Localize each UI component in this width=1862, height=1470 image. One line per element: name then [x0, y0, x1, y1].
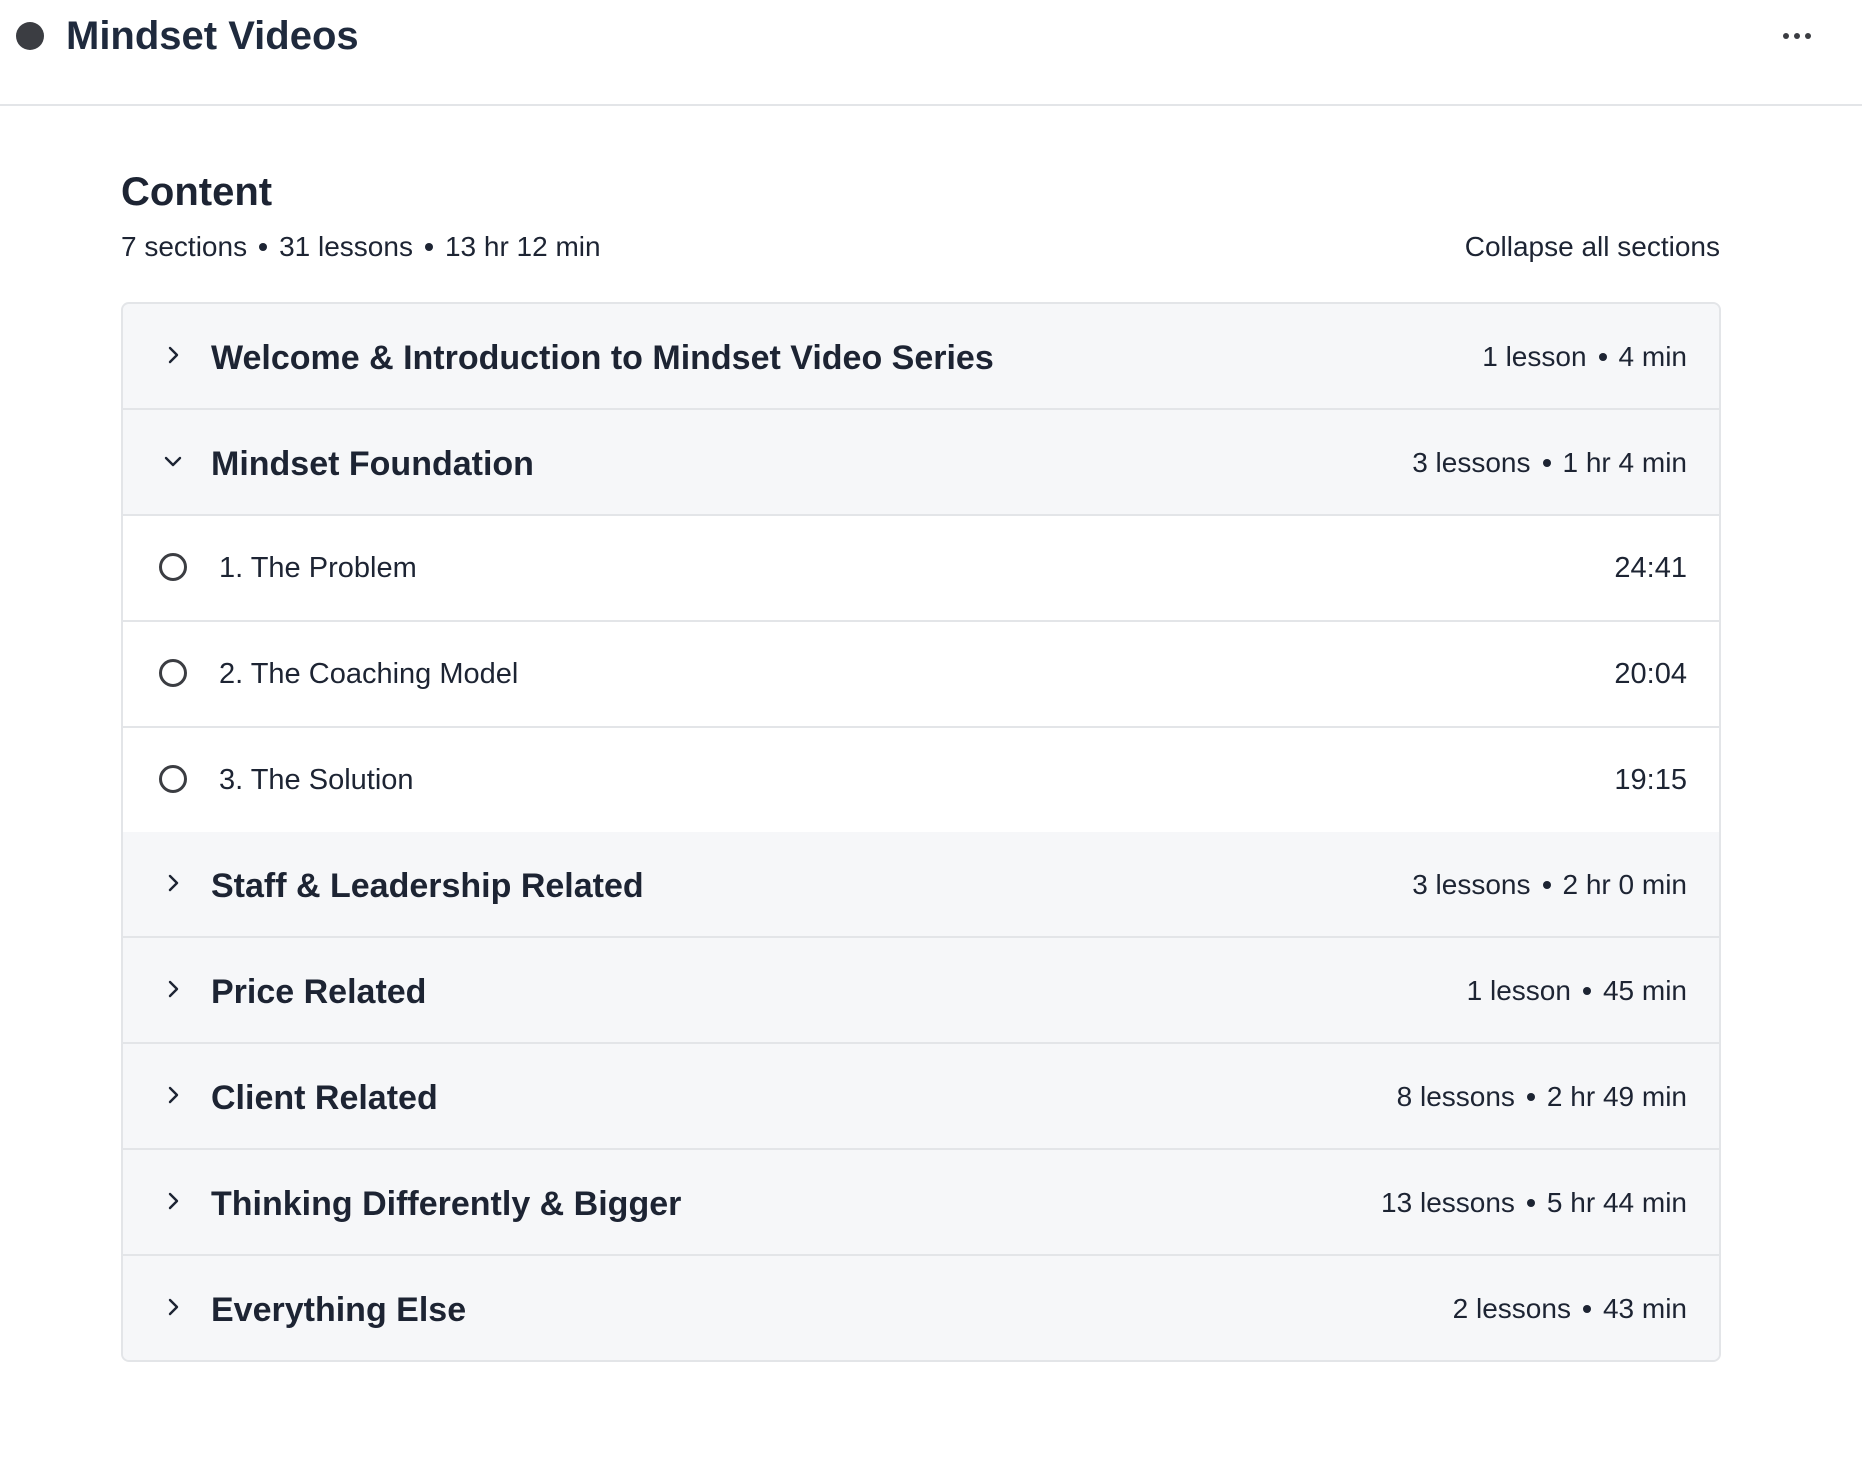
chevron-down-icon	[164, 456, 182, 467]
section-lesson-count: 3 lessons	[1412, 869, 1531, 900]
section-title: Welcome & Introduction to Mindset Video …	[211, 339, 994, 377]
section-title: Price Related	[211, 973, 427, 1011]
lesson-title: 1. The Problem	[219, 552, 417, 584]
lesson-duration: 19:15	[1614, 764, 1687, 796]
summary-sections: 7 sections	[121, 231, 248, 262]
section-duration: 4 min	[1618, 341, 1687, 372]
section-lesson-count: 1 lesson	[1466, 975, 1571, 1006]
lesson-complete-checkbox[interactable]	[159, 659, 187, 687]
chevron-right-icon	[168, 346, 179, 364]
section-meta: 1 lesson 4 min	[1482, 340, 1687, 374]
section-meta: 2 lessons 43 min	[1453, 1292, 1687, 1326]
section-header-welcome[interactable]: Welcome & Introduction to Mindset Video …	[123, 304, 1719, 410]
section-lesson-count: 3 lessons	[1412, 447, 1531, 478]
separator-dot-icon	[1598, 352, 1607, 361]
section-duration: 1 hr 4 min	[1562, 447, 1688, 478]
chevron-right-icon	[168, 874, 179, 892]
section-lesson-count: 13 lessons	[1381, 1187, 1515, 1218]
section-header-everything-else[interactable]: Everything Else 2 lessons 43 min	[123, 1256, 1719, 1360]
section-title: Mindset Foundation	[211, 445, 534, 483]
separator-dot-icon	[1526, 1198, 1535, 1207]
section-title: Client Related	[211, 1079, 438, 1117]
chevron-right-icon	[168, 1192, 179, 1210]
separator-dot-icon	[1542, 458, 1551, 467]
separator-dot-icon	[1582, 986, 1591, 995]
lesson-complete-checkbox[interactable]	[159, 553, 187, 581]
section-duration: 2 hr 49 min	[1546, 1081, 1687, 1112]
section-duration: 45 min	[1602, 975, 1687, 1006]
more-horizontal-icon-dot	[1805, 33, 1811, 39]
section-title: Everything Else	[211, 1291, 467, 1329]
section-header-thinking-differently[interactable]: Thinking Differently & Bigger 13 lessons…	[123, 1150, 1719, 1256]
section-lesson-count: 1 lesson	[1482, 341, 1587, 372]
section-header-mindset-foundation[interactable]: Mindset Foundation 3 lessons 1 hr 4 min	[123, 410, 1719, 516]
lesson-item[interactable]: 1. The Problem 24:41	[123, 516, 1719, 622]
lesson-item[interactable]: 3. The Solution 19:15	[123, 728, 1719, 832]
lesson-duration: 24:41	[1614, 552, 1687, 584]
section-header-client-related[interactable]: Client Related 8 lessons 2 hr 49 min	[123, 1044, 1719, 1150]
chevron-right-icon	[168, 980, 179, 998]
section-meta: 8 lessons 2 hr 49 min	[1397, 1080, 1687, 1114]
separator-dot-icon	[1526, 1092, 1535, 1101]
lesson-title: 3. The Solution	[219, 764, 414, 796]
sections-accordion: Welcome & Introduction to Mindset Video …	[121, 302, 1721, 1362]
separator-dot-icon	[1582, 1304, 1591, 1313]
lesson-duration: 20:04	[1614, 658, 1687, 690]
section-meta: 3 lessons 1 hr 4 min	[1412, 446, 1687, 480]
section-lesson-count: 8 lessons	[1396, 1081, 1515, 1112]
lesson-title: 2. The Coaching Model	[219, 658, 519, 690]
section-meta: 3 lessons 2 hr 0 min	[1412, 868, 1687, 902]
separator-dot-icon	[1542, 880, 1551, 889]
page-title: Mindset Videos	[66, 14, 359, 58]
top-bar: Mindset Videos	[0, 0, 1862, 106]
lesson-complete-checkbox[interactable]	[159, 765, 187, 793]
section-header-price-related[interactable]: Price Related 1 lesson 45 min	[123, 938, 1719, 1044]
section-header-staff-leadership[interactable]: Staff & Leadership Related 3 lessons 2 hr…	[123, 832, 1719, 938]
chevron-right-icon	[168, 1086, 179, 1104]
course-status-dot-icon	[16, 22, 44, 50]
content-heading: Content	[121, 170, 273, 214]
section-meta: 13 lessons 5 hr 44 min	[1381, 1186, 1687, 1220]
collapse-all-sections-button[interactable]: Collapse all sections	[1465, 230, 1720, 264]
more-options-button[interactable]	[1770, 14, 1824, 58]
section-duration: 2 hr 0 min	[1562, 869, 1688, 900]
section-duration: 5 hr 44 min	[1546, 1187, 1687, 1218]
section-lesson-count: 2 lessons	[1452, 1293, 1571, 1324]
more-horizontal-icon-dot	[1794, 33, 1800, 39]
section-title: Staff & Leadership Related	[211, 867, 644, 905]
summary-lessons: 31 lessons	[279, 231, 413, 262]
section-title: Thinking Differently & Bigger	[211, 1185, 682, 1223]
more-horizontal-icon	[1783, 33, 1789, 39]
section-meta: 1 lesson 45 min	[1467, 974, 1687, 1008]
content-summary: 7 sections 31 lessons 13 hr 12 min	[121, 230, 601, 264]
summary-duration: 13 hr 12 min	[444, 231, 601, 262]
section-duration: 43 min	[1602, 1293, 1687, 1324]
lesson-item[interactable]: 2. The Coaching Model 20:04	[123, 622, 1719, 728]
chevron-right-icon	[168, 1298, 179, 1316]
separator-dot-icon	[259, 242, 268, 251]
separator-dot-icon	[424, 242, 433, 251]
